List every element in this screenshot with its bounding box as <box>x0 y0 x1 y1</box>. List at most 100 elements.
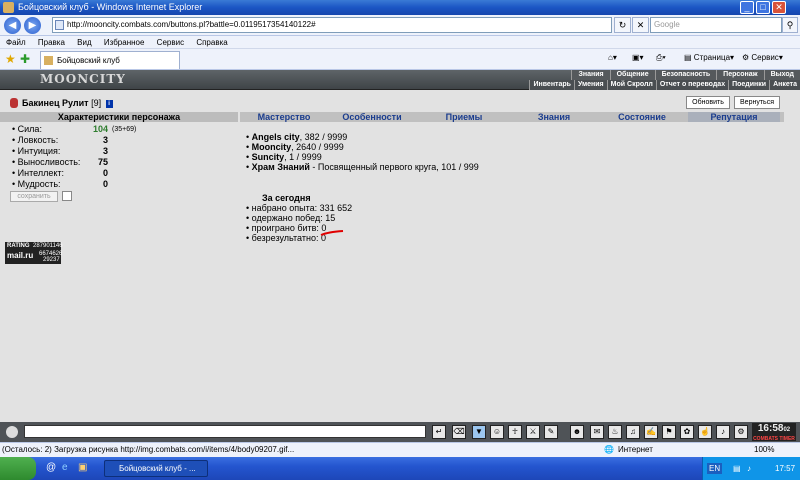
chat-input[interactable] <box>24 425 426 438</box>
note-icon[interactable]: ✍ <box>644 425 658 439</box>
game-logo: MOONCITY <box>40 72 126 86</box>
today-losses: • проиграно битв: 0 <box>246 223 327 233</box>
browser-tab[interactable]: Бойцовский клуб <box>40 51 180 69</box>
refresh-button[interactable]: Обновить <box>686 96 730 109</box>
search-input[interactable]: Google <box>650 17 782 33</box>
submenu-fights[interactable]: Поединки <box>728 80 770 90</box>
chat-toggle-icon[interactable] <box>6 426 18 438</box>
address-bar: ◀ ▶ http://mooncity.combats.com/buttons.… <box>0 15 800 36</box>
game-page: MOONCITY Знания Общение Безопасность Персон… <box>0 70 800 422</box>
character-tabs: Мастерство Особенности Приемы Знания Сос… <box>240 112 784 122</box>
filter-icon[interactable]: ▼ <box>472 425 486 439</box>
tray-clock[interactable]: 17:57 <box>775 457 795 480</box>
menu-edit[interactable]: Правка <box>38 38 65 47</box>
tab-knowledge[interactable]: Знания <box>510 112 598 122</box>
submenu-profile[interactable]: Анкета <box>769 80 800 90</box>
save-checkbox[interactable] <box>62 191 72 201</box>
map-icon[interactable]: ⚑ <box>662 425 676 439</box>
info-icon[interactable]: i <box>105 99 113 108</box>
mail-icon[interactable]: ✉ <box>590 425 604 439</box>
today-title: За сегодня <box>262 193 311 203</box>
potion-icon[interactable]: ♨ <box>608 425 622 439</box>
globe-icon: 🌐 <box>604 445 614 454</box>
tools-menu[interactable]: ⚙ Сервис▾ <box>742 53 783 62</box>
taskbar-item-ie[interactable]: Бойцовский клуб - ... <box>104 460 208 477</box>
submenu-transfers[interactable]: Отчет о переводах <box>655 80 729 90</box>
today-wins: • одержано побед: 15 <box>246 213 336 223</box>
search-icon[interactable]: ⚲ <box>782 17 798 33</box>
character-name: Бакинец Рулит [9] i <box>22 98 113 108</box>
start-button[interactable] <box>0 457 36 480</box>
counter-value-1: 287901146 <box>33 243 63 249</box>
minimize-button[interactable]: _ <box>740 1 754 14</box>
menu-help[interactable]: Справка <box>196 38 227 47</box>
fighter-icon[interactable]: ☥ <box>508 425 522 439</box>
window-titlebar: Бойцовский клуб - Windows Internet Explo… <box>0 0 800 15</box>
back-button[interactable]: Вернуться <box>734 96 780 109</box>
menu-tools[interactable]: Сервис <box>157 38 184 47</box>
tab-mastery[interactable]: Мастерство <box>240 112 328 122</box>
topmenu-knowledge[interactable]: Знания <box>571 70 610 80</box>
submenu-scroll[interactable]: Мой Скролл <box>606 80 656 90</box>
people-icon[interactable]: ☺ <box>490 425 504 439</box>
sword-icon[interactable]: ⚔ <box>526 425 540 439</box>
topmenu-character[interactable]: Персонаж <box>716 70 764 80</box>
tab-techniques[interactable]: Приемы <box>420 112 508 122</box>
page-menu[interactable]: ▤ Страница▾ <box>684 53 734 62</box>
tab-state[interactable]: Состояние <box>598 112 686 122</box>
gift-icon[interactable]: ✿ <box>680 425 694 439</box>
forward-icon[interactable]: ▶ <box>24 17 41 34</box>
url-input[interactable]: http://mooncity.combats.com/buttons.pl?b… <box>52 17 612 33</box>
page-icon <box>55 20 64 30</box>
zoom-level[interactable]: 100% <box>754 443 774 457</box>
stat-intuition: • Интуиция: 3 <box>12 146 108 156</box>
submenu-inventory[interactable]: Инвентарь <box>529 80 574 90</box>
quicklaunch-ie-icon[interactable]: e <box>62 462 68 473</box>
stat-endurance: • Выносливость: 75 <box>12 157 108 167</box>
clock-time: 16:58 <box>757 423 784 434</box>
reputation-temple: • Храм Знаний - Посвященный первого круг… <box>246 162 479 172</box>
send-icon[interactable]: ↵ <box>432 425 446 439</box>
quicklaunch-desktop-icon[interactable]: ▣ <box>78 462 87 473</box>
music-icon[interactable]: ♫ <box>626 425 640 439</box>
settings-icon[interactable]: ⚙ <box>734 425 748 439</box>
red-underline-mark <box>320 230 344 236</box>
scroll-icon[interactable]: ✎ <box>544 425 558 439</box>
feeds-icon[interactable]: ▣▾ <box>632 53 644 62</box>
topmenu-chat[interactable]: Общение <box>609 70 655 80</box>
menu-view[interactable]: Вид <box>77 38 91 47</box>
taskbar: @ e ▣ Бойцовский клуб - ... EN ▤ ♪ 17:57 <box>0 457 800 480</box>
counter-mailru: mail.ru <box>7 251 34 260</box>
topmenu-exit[interactable]: Выход <box>763 70 800 80</box>
tray-network-icon[interactable]: ▤ <box>733 457 741 480</box>
tab-reputation[interactable]: Репутация <box>688 112 780 122</box>
add-favorite-icon[interactable]: ✚ <box>20 52 30 66</box>
smile-icon[interactable]: ☻ <box>570 425 584 439</box>
quicklaunch-mail-icon[interactable]: @ <box>46 462 56 473</box>
menu-favorites[interactable]: Избранное <box>104 38 145 47</box>
tab-icon <box>44 56 53 65</box>
back-icon[interactable]: ◀ <box>4 17 21 34</box>
reputation-angels: • Angels city, 382 / 9999 <box>246 132 348 142</box>
menu-file[interactable]: Файл <box>6 38 26 47</box>
language-indicator[interactable]: EN <box>707 463 723 474</box>
close-button[interactable]: ✕ <box>772 1 786 14</box>
bell-icon[interactable]: ♪ <box>716 425 730 439</box>
tab-features[interactable]: Особенности <box>328 112 416 122</box>
print-icon[interactable]: ⎙▾ <box>656 53 666 63</box>
tray-volume-icon[interactable]: ♪ <box>747 457 751 480</box>
rating-counter[interactable]: RATING 287901146 mail.ru 6674626 29237 <box>5 242 63 264</box>
save-button[interactable]: сохранить <box>10 191 58 202</box>
stop-icon[interactable]: ✕ <box>632 17 649 33</box>
today-draws: • безрезультатно: 0 <box>246 233 326 243</box>
favorites-star-icon[interactable]: ★ <box>5 52 16 66</box>
refresh-icon[interactable]: ↻ <box>614 17 631 33</box>
stat-wisdom: • Мудрость: 0 <box>12 179 108 189</box>
clear-icon[interactable]: ⌫ <box>452 425 466 439</box>
hand-icon[interactable]: ☝ <box>698 425 712 439</box>
submenu-skills[interactable]: Умения <box>573 80 607 90</box>
topmenu-security[interactable]: Безопасность <box>654 70 717 80</box>
favorites-bar: ★ ✚ Бойцовский клуб ⌂▾ ▣▾ ⎙▾ ▤ Страница▾… <box>0 49 800 70</box>
maximize-button[interactable]: □ <box>756 1 770 14</box>
home-icon[interactable]: ⌂▾ <box>608 53 617 62</box>
